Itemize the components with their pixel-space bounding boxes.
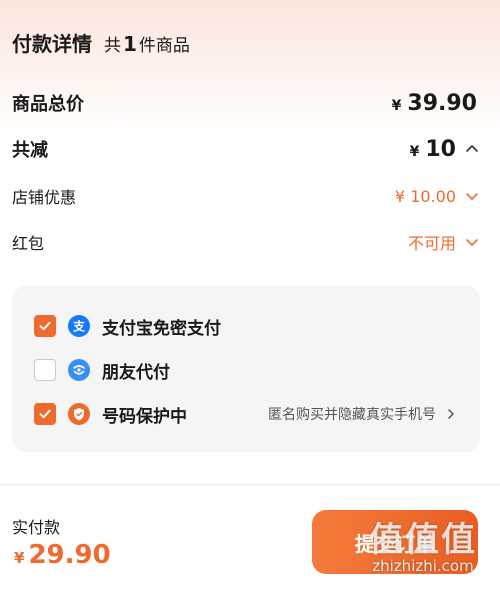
red-packet-label: 红包 [12, 234, 45, 253]
checkbox-checked[interactable] [34, 315, 56, 337]
chevron-right-icon [444, 407, 458, 421]
payment-details-header: 付款详情 共 1 件商品 [12, 28, 190, 58]
alipay-icon: 支 [68, 315, 90, 337]
shield-icon [68, 403, 90, 425]
actual-payment-amount: ¥29.90 [14, 540, 111, 570]
red-packet-row[interactable]: 红包 不可用 [12, 228, 480, 256]
total-price-value: ¥39.90 [391, 90, 477, 116]
store-coupon-value: ¥ 10.00 [394, 186, 456, 206]
item-count: 共 1 件商品 [104, 32, 190, 56]
chevron-down-icon[interactable] [464, 234, 480, 250]
option-number-protection[interactable]: 号码保护中 匿名购买并隐藏真实手机号 [34, 401, 458, 427]
option-label: 朋友代付 [102, 362, 170, 383]
option-label: 支付宝免密支付 [102, 318, 221, 339]
discount-value: ¥10 [409, 136, 456, 162]
submit-order-button[interactable]: 提交订单 [312, 510, 478, 574]
discount-label: 共减 [12, 140, 48, 161]
discount-row[interactable]: 共减 ¥10 [12, 134, 480, 164]
payment-options-card: 支 支付宝免密支付 朋友代付 号码保护中 匿名购买并隐藏真实手机号 [12, 286, 480, 452]
option-alipay-password-free[interactable]: 支 支付宝免密支付 [34, 313, 458, 339]
checkbox-checked[interactable] [34, 403, 56, 425]
store-coupon-label: 店铺优惠 [12, 188, 77, 207]
option-label: 号码保护中 [102, 406, 187, 427]
checkbox-unchecked[interactable] [34, 359, 56, 381]
red-packet-value: 不可用 [407, 234, 456, 253]
chevron-down-icon[interactable] [464, 188, 480, 204]
total-price-row: 商品总价 ¥39.90 [12, 88, 480, 118]
privacy-info-link[interactable]: 匿名购买并隐藏真实手机号 [268, 404, 458, 424]
option-friend-pay[interactable]: 朋友代付 [34, 357, 458, 383]
chevron-up-icon[interactable] [464, 141, 480, 157]
store-coupon-row[interactable]: 店铺优惠 ¥ 10.00 [12, 182, 480, 210]
footer-divider [0, 484, 500, 485]
actual-payment-label: 实付款 [12, 518, 61, 537]
total-price-label: 商品总价 [12, 94, 84, 115]
friend-pay-icon [68, 359, 90, 381]
page-title: 付款详情 [12, 32, 92, 56]
svg-text:支: 支 [72, 319, 86, 334]
